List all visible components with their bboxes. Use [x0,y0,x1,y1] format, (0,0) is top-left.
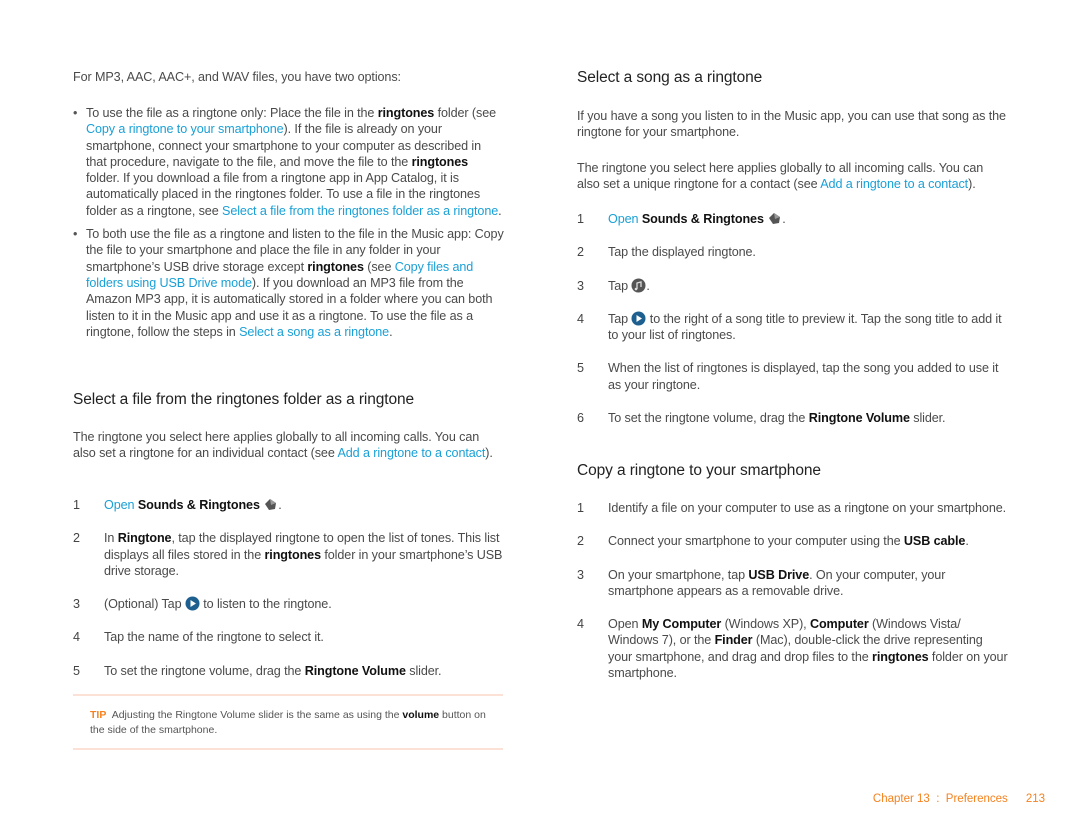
sounds-ringtones-icon [263,497,278,512]
page-footer: Chapter 13 : Preferences 213 [0,793,1045,805]
step-2: 2 In Ringtone, tap the displayed ringtone… [73,531,503,578]
link-add-ringtone-contact[interactable]: Add a ringtone to a contact [337,446,485,460]
intro-text: For MP3, AAC, AAC+, and WAV files, you h… [73,70,401,84]
step-2: 2 Tap the displayed ringtone. [577,245,756,260]
play-icon [631,311,646,326]
tip-text: TIP Adjusting the Ringtone Volume slider… [90,709,486,736]
step-2: 2 Connect your smartphone to your compute… [577,534,969,549]
step-3: 3 (Optional) Tap to listen to the rington… [73,596,332,612]
step-3: 3 Tap . [577,278,650,293]
options-list: To use the file as a ringtone only: Plac… [73,105,505,340]
step-1: 1 Open Sounds & Ringtones . [577,211,786,226]
step-5: 5 To set the ringtone volume, drag the Ri… [73,663,442,678]
link-add-ringtone-contact-2[interactable]: Add a ringtone to a contact [820,177,968,191]
link-select-song[interactable]: Select a song as a ringtone [239,325,389,339]
option-ringtone-and-music: To both use the file as a ringtone and l… [73,226,505,340]
link-select-file-ringtones[interactable]: Select a file from the ringtones folder … [222,204,498,218]
chapter-label: Chapter 13 : Preferences [872,793,1008,805]
manual-page: For MP3, AAC, AAC+, and WAV files, you h… [0,0,1080,834]
song-intro-paragraph: If you have a song you listen to in the … [577,109,1006,140]
section-paragraph: The ringtone you select here applies glo… [73,430,493,461]
option-ringtone-only: To use the file as a ringtone only: Plac… [73,105,505,219]
sounds-ringtones-icon [767,211,782,226]
step-3: 3 On your smartphone, tap USB Drive. On y… [577,567,946,598]
steps-select-song: 1 Open Sounds & Ringtones . 2 Tap the disp… [577,211,1009,426]
step-4: 4 Tap to the right of a song title to pre… [577,311,1002,343]
tip-label: TIP [90,709,107,721]
step-1: 1 Identify a file on your computer to use… [577,501,1007,515]
song-global-paragraph: The ringtone you select here applies glo… [577,161,984,192]
section-title-select-song: Select a song as a ringtone [577,69,763,86]
section-title-select-file: Select a file from the ringtones folder … [73,391,415,408]
link-copy-ringtone[interactable]: Copy a ringtone to your smartphone [86,122,284,136]
section-title-copy-ringtone: Copy a ringtone to your smartphone [577,462,821,479]
step-4: 4 Open My Computer (Windows XP), Computer… [577,617,1008,681]
step-4: 4 Tap the name of the ringtone to select … [73,630,324,645]
step-1: 1 Open Sounds & Ringtones . [73,497,282,512]
step-6: 6 To set the ringtone volume, drag the Ri… [577,411,946,426]
steps-select-file: 1 Open Sounds & Ringtones . 2 In Ringtone,… [73,497,505,679]
page-number: 213 [1025,793,1045,805]
link-open[interactable]: Open [104,498,135,512]
play-icon [185,596,200,611]
steps-copy-ringtone: 1 Identify a file on your computer to use… [577,500,1009,681]
music-note-icon [631,278,646,293]
step-5: 5 When the list of ringtones is displayed… [577,361,999,392]
link-open[interactable]: Open [608,212,639,226]
tip-box: TIP Adjusting the Ringtone Volume slider… [73,694,503,750]
